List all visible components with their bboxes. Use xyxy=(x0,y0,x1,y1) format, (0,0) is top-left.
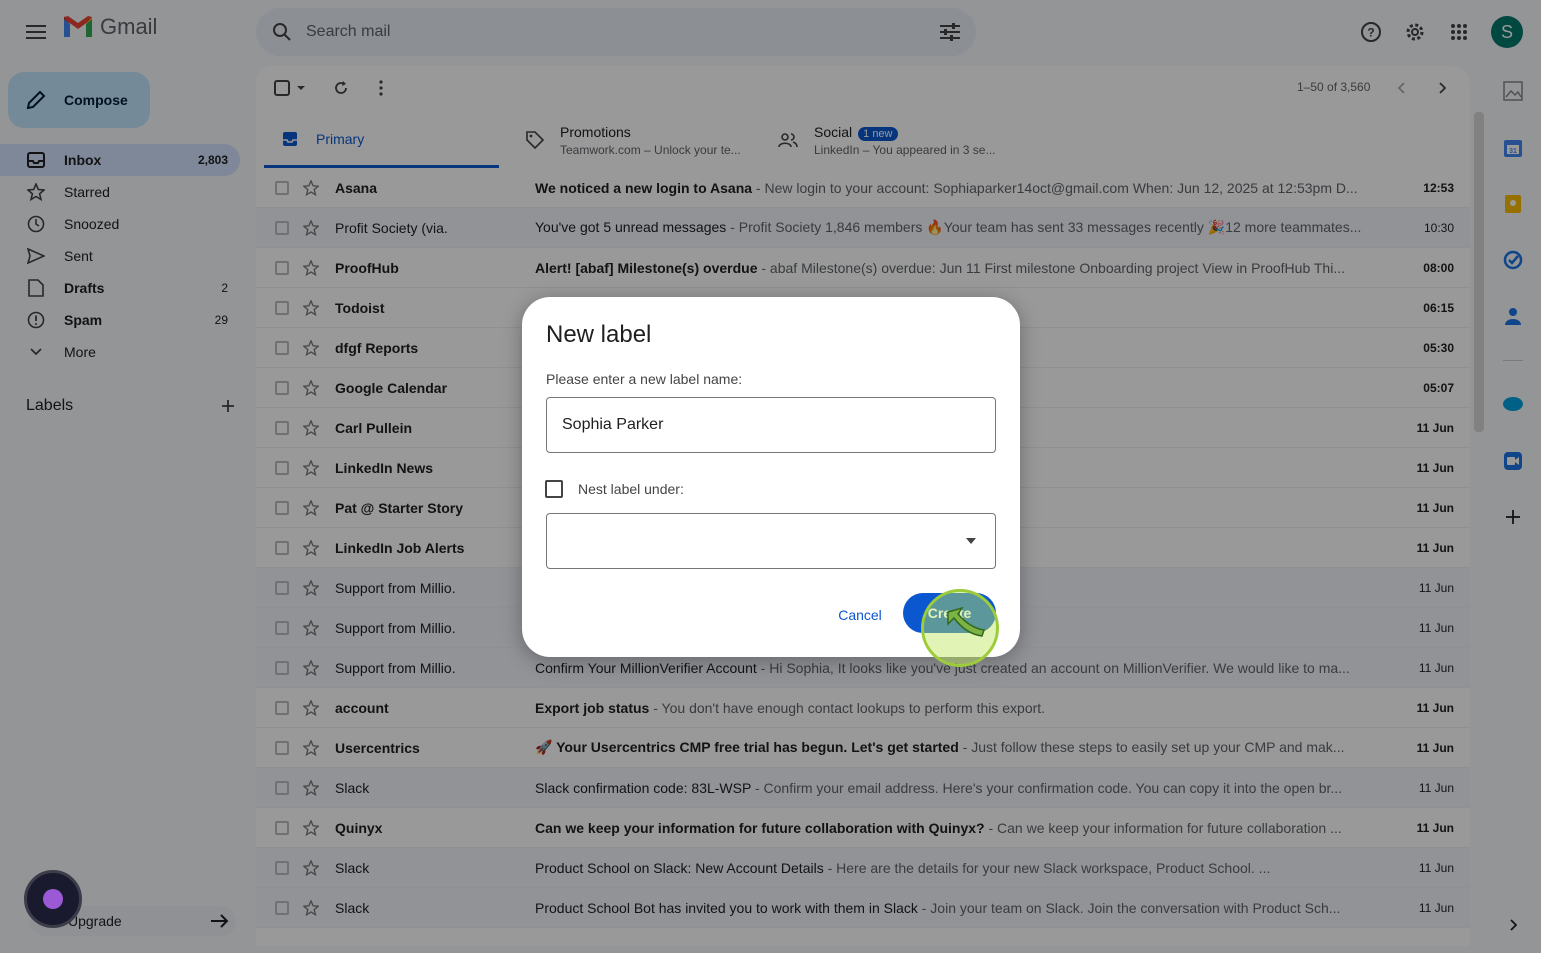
record-dot-icon xyxy=(43,889,63,909)
dialog-prompt: Please enter a new label name: xyxy=(546,371,743,387)
nest-label-checkbox[interactable] xyxy=(545,480,563,498)
parent-label-select[interactable] xyxy=(546,513,996,569)
dialog-title: New label xyxy=(546,321,652,348)
dropdown-arrow-icon xyxy=(966,538,976,544)
cursor-arrow-icon xyxy=(947,606,985,637)
screen-recorder-button[interactable] xyxy=(24,870,82,928)
nest-label-text: Nest label under: xyxy=(578,481,684,497)
cancel-button[interactable]: Cancel xyxy=(826,597,894,633)
label-name-input[interactable] xyxy=(546,397,996,453)
